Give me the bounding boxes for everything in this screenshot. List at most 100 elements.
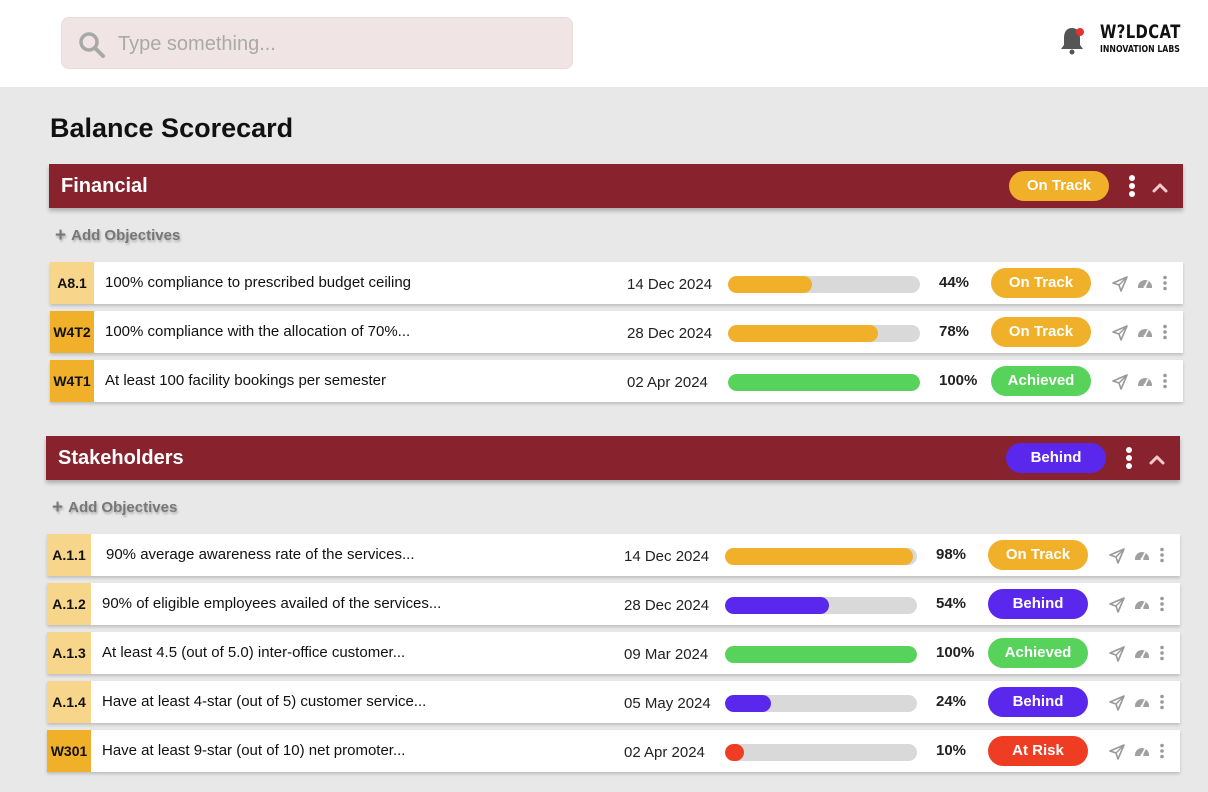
progress-bar-fill (725, 597, 829, 614)
search-box[interactable] (61, 17, 573, 69)
objective-text[interactable]: 100% compliance to prescribed budget cei… (105, 274, 411, 291)
objective-code: A.1.1 (47, 534, 91, 576)
status-badge[interactable]: Achieved (991, 366, 1091, 396)
objective-code: W301 (47, 730, 91, 772)
progress-percent: 78% (939, 323, 970, 340)
logo-line-2: INNOVATION LABS (1100, 44, 1180, 55)
status-badge[interactable]: On Track (991, 317, 1091, 347)
progress-bar (725, 597, 917, 614)
more-options-icon[interactable] (1159, 743, 1165, 759)
progress-percent: 98% (936, 546, 967, 563)
objective-text[interactable]: 100% compliance with the allocation of 7… (105, 323, 410, 340)
status-badge[interactable]: At Risk (988, 736, 1088, 766)
due-date: 28 Dec 2024 (627, 325, 713, 342)
progress-bar-fill (728, 276, 813, 293)
section-title: Financial (61, 175, 148, 197)
plus-icon: + (55, 225, 67, 246)
more-options-icon[interactable] (1162, 324, 1168, 340)
due-date: 14 Dec 2024 (627, 276, 713, 293)
search-input[interactable] (118, 28, 558, 60)
notification-bell-icon[interactable] (1060, 25, 1086, 55)
objective-text[interactable]: At least 4.5 (out of 5.0) inter-office c… (102, 644, 405, 661)
progress-bar-fill (728, 374, 920, 391)
search-icon (79, 32, 105, 58)
progress-bar (725, 695, 917, 712)
more-options-icon[interactable] (1162, 373, 1168, 389)
gauge-icon[interactable] (1134, 743, 1150, 759)
progress-percent: 54% (936, 595, 967, 612)
section-header-financial: Financial On Track (49, 164, 1183, 208)
objective-row[interactable]: A.1.2 90% of eligible employees availed o… (47, 583, 1180, 625)
logo-line-1: W?LDCAT (1100, 21, 1181, 43)
objective-text[interactable]: Have at least 9-star (out of 10) net pro… (102, 742, 405, 759)
section-more-options-icon[interactable] (1127, 175, 1137, 199)
objective-code: A.1.3 (47, 632, 91, 674)
objective-row[interactable]: A.1.4 Have at least 4-star (out of 5) cus… (47, 681, 1180, 723)
status-badge[interactable]: On Track (991, 268, 1091, 298)
gauge-icon[interactable] (1137, 373, 1153, 389)
send-icon[interactable] (1109, 744, 1125, 760)
objective-text[interactable]: 90% average awareness rate of the servic… (106, 546, 415, 563)
section-status-badge: Behind (1006, 443, 1106, 473)
gauge-icon[interactable] (1134, 645, 1150, 661)
send-icon[interactable] (1109, 695, 1125, 711)
objective-row[interactable]: A.1.1 90% average awareness rate of the s… (47, 534, 1180, 576)
more-options-icon[interactable] (1159, 694, 1165, 710)
top-bar: W?LDCAT INNOVATION LABS (0, 0, 1208, 87)
progress-bar-fill (725, 548, 914, 565)
status-badge[interactable]: Achieved (988, 638, 1088, 668)
status-badge[interactable]: Behind (988, 687, 1088, 717)
objective-text[interactable]: Have at least 4-star (out of 5) customer… (102, 693, 426, 710)
due-date: 02 Apr 2024 (624, 744, 705, 761)
objective-row[interactable]: W4T1 At least 100 facility bookings per s… (50, 360, 1183, 402)
send-icon[interactable] (1109, 548, 1125, 564)
progress-bar (728, 325, 920, 342)
section-status-badge: On Track (1009, 171, 1109, 201)
due-date: 05 May 2024 (624, 695, 711, 712)
gauge-icon[interactable] (1137, 275, 1153, 291)
objective-text[interactable]: At least 100 facility bookings per semes… (105, 372, 386, 389)
gauge-icon[interactable] (1134, 547, 1150, 563)
more-options-icon[interactable] (1159, 547, 1165, 563)
section-more-options-icon[interactable] (1124, 447, 1134, 471)
more-options-icon[interactable] (1159, 596, 1165, 612)
due-date: 02 Apr 2024 (627, 374, 708, 391)
objective-row[interactable]: A.1.3 At least 4.5 (out of 5.0) inter-off… (47, 632, 1180, 674)
objective-row[interactable]: A8.1 100% compliance to prescribed budget… (50, 262, 1183, 304)
collapse-chevron-icon[interactable] (1149, 452, 1165, 465)
more-options-icon[interactable] (1162, 275, 1168, 291)
add-objectives-button[interactable]: + Add Objectives (52, 497, 177, 519)
objective-code: W4T2 (50, 311, 94, 353)
status-badge[interactable]: Behind (988, 589, 1088, 619)
progress-bar-fill (725, 646, 917, 663)
progress-percent: 100% (936, 644, 975, 661)
gauge-icon[interactable] (1137, 324, 1153, 340)
progress-bar (728, 276, 920, 293)
status-badge[interactable]: On Track (988, 540, 1088, 570)
objective-code: A.1.4 (47, 681, 91, 723)
objective-row[interactable]: W4T2 100% compliance with the allocation … (50, 311, 1183, 353)
progress-bar-fill (725, 744, 745, 761)
objective-code: A.1.2 (47, 583, 91, 625)
progress-bar (725, 548, 917, 565)
send-icon[interactable] (1109, 646, 1125, 662)
collapse-chevron-icon[interactable] (1152, 180, 1168, 193)
page-title: Balance Scorecard (50, 113, 294, 143)
progress-percent: 100% (939, 372, 978, 389)
progress-bar (728, 374, 920, 391)
send-icon[interactable] (1109, 597, 1125, 613)
send-icon[interactable] (1112, 325, 1128, 341)
add-objectives-label: Add Objectives (71, 227, 181, 244)
objective-text[interactable]: 90% of eligible employees availed of the… (102, 595, 441, 612)
due-date: 09 Mar 2024 (624, 646, 709, 663)
due-date: 28 Dec 2024 (624, 597, 710, 614)
gauge-icon[interactable] (1134, 694, 1150, 710)
progress-bar-fill (728, 325, 878, 342)
add-objectives-button[interactable]: + Add Objectives (55, 225, 180, 247)
send-icon[interactable] (1112, 374, 1128, 390)
send-icon[interactable] (1112, 276, 1128, 292)
objective-code: W4T1 (50, 360, 94, 402)
gauge-icon[interactable] (1134, 596, 1150, 612)
objective-row[interactable]: W301 Have at least 9-star (out of 10) net… (47, 730, 1180, 772)
more-options-icon[interactable] (1159, 645, 1165, 661)
